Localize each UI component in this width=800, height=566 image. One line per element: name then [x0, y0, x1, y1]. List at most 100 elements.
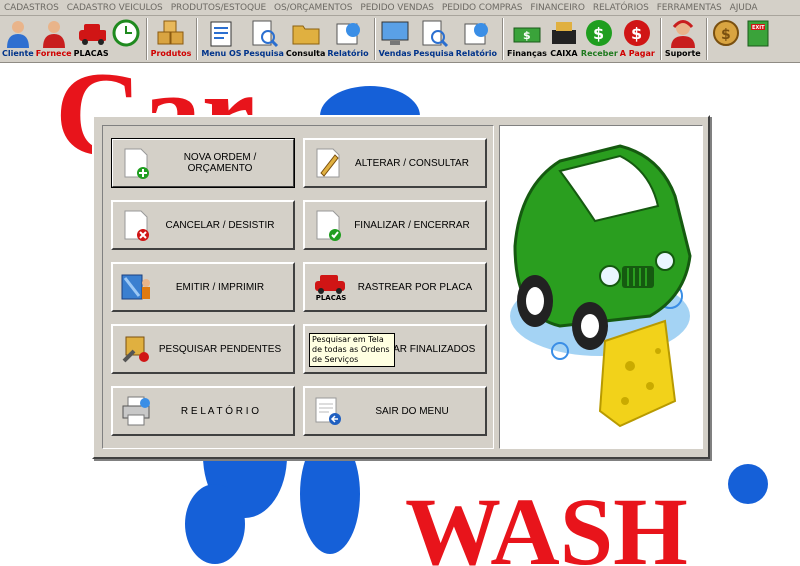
svg-text:$: $: [631, 24, 642, 43]
fornece-label: Fornece: [35, 49, 72, 58]
menu-ajuda[interactable]: AJUDA: [730, 3, 758, 13]
relatorio-os-button[interactable]: Relatório: [327, 18, 369, 62]
report-icon: [333, 18, 363, 48]
financas-button[interactable]: $ Finanças: [507, 18, 547, 62]
suporte-label: Suporte: [664, 49, 701, 58]
relatorio-label: R E L A T Ó R I O: [180, 405, 260, 417]
money-icon: $: [512, 18, 542, 48]
placas-icon-label: PLACAS: [315, 294, 347, 302]
sair-label: SAIR DO MENU: [375, 405, 449, 417]
search-document-icon: [419, 18, 449, 48]
placas-button[interactable]: PLACAS: [74, 18, 109, 62]
toolbar-separator: [145, 18, 148, 60]
consulta-label: Consulta: [285, 49, 326, 58]
clock-icon: [111, 18, 141, 48]
car-plate-icon: PLACAS: [311, 270, 351, 304]
finalizar-button[interactable]: FINALIZAR / ENCERRAR: [303, 200, 487, 250]
menu-pedido-vendas[interactable]: PEDIDO VENDAS: [360, 3, 434, 13]
cash-register-icon: [549, 18, 579, 48]
pesquisar-pendentes-label: PESQUISAR PENDENTES: [158, 343, 282, 355]
emitir-button[interactable]: EMITIR / IMPRIMIR: [111, 262, 295, 312]
check-document-icon: [311, 208, 345, 242]
button-panel: NOVA ORDEM / ORÇAMENTO ALTERAR / CONSULT…: [102, 125, 494, 449]
report-icon: [461, 18, 491, 48]
new-document-icon: [119, 146, 153, 180]
pesquisa-os-label: Pesquisa: [243, 49, 284, 58]
pesquisa-vendas-button[interactable]: Pesquisa: [413, 18, 454, 62]
toolbar-separator: [196, 18, 199, 60]
menu-ferramentas[interactable]: FERRAMENTAS: [657, 3, 722, 13]
pesquisa-os-button[interactable]: Pesquisa: [244, 18, 284, 62]
toolbar-separator: [502, 18, 504, 60]
cancel-document-icon: [119, 208, 153, 242]
rastrear-button[interactable]: PLACAS RASTREAR POR PLACA: [303, 262, 487, 312]
menu-financeiro[interactable]: FINANCEIRO: [530, 3, 585, 13]
produtos-label: Produtos: [150, 49, 192, 58]
relatorio-os-label: Relatório: [327, 49, 369, 58]
produtos-button[interactable]: Produtos: [150, 18, 192, 62]
menu-pedido-compras[interactable]: PEDIDO COMPRAS: [442, 3, 523, 13]
caixa-label: CAIXA: [550, 49, 578, 58]
svg-text:$: $: [721, 27, 731, 43]
consulta-button[interactable]: Consulta: [286, 18, 325, 62]
cliente-button[interactable]: Cliente: [2, 18, 34, 62]
relatorio-vendas-label: Relatório: [455, 49, 497, 58]
vendas-label: Vendas: [378, 49, 412, 58]
cancelar-label: CANCELAR / DESISTIR: [165, 219, 275, 231]
printer-icon: [119, 394, 153, 428]
cancelar-button[interactable]: CANCELAR / DESISTIR: [111, 200, 295, 250]
relatorio-button[interactable]: R E L A T Ó R I O: [111, 386, 295, 436]
car-wash-image-panel: [499, 125, 703, 449]
financas-label: Finanças: [507, 49, 547, 58]
print-user-icon: [119, 270, 153, 304]
menu-os-label: Menu OS: [201, 49, 242, 58]
menu-bar: CADASTROS CADASTRO VEICULOS PRODUTOS/EST…: [0, 0, 800, 16]
caixa-button[interactable]: CAIXA: [549, 18, 579, 62]
svg-text:$: $: [593, 24, 604, 43]
menu-produtos-estoque[interactable]: PRODUTOS/ESTOQUE: [171, 3, 266, 13]
support-person-icon: [668, 18, 698, 48]
dollar-red-icon: $: [622, 18, 652, 48]
alterar-label: ALTERAR / CONSULTAR: [355, 157, 469, 169]
receber-label: Receber: [580, 49, 618, 58]
menu-relatorios[interactable]: RELATÓRIOS: [593, 3, 649, 13]
rastrear-label: RASTREAR POR PLACA: [357, 281, 473, 293]
supplier-icon: [39, 18, 69, 48]
pesquisar-pendentes-button[interactable]: PESQUISAR PENDENTES: [111, 324, 295, 374]
a-pagar-label: A Pagar: [619, 49, 655, 58]
logo-wash-text: WASH: [405, 478, 688, 566]
receber-button[interactable]: $ Receber: [581, 18, 618, 62]
svg-text:$: $: [523, 29, 531, 42]
edit-document-icon: [311, 146, 345, 180]
menu-cadastros[interactable]: CADASTROS: [4, 3, 59, 13]
menu-os-orcamentos[interactable]: OS/ORÇAMENTOS: [274, 3, 352, 13]
fornece-button[interactable]: Fornece: [36, 18, 72, 62]
coin-icon: $: [711, 18, 741, 48]
search-document-icon: [249, 18, 279, 48]
finalizar-label: FINALIZAR / ENCERRAR: [354, 219, 470, 231]
search-tools-icon: [119, 332, 153, 366]
toolbar: Cliente Fornece PLACAS Produtos Menu OS: [0, 16, 800, 63]
alterar-button[interactable]: ALTERAR / CONSULTAR: [303, 138, 487, 188]
tooltip: Pesquisar em Tela de todas as Ordens de …: [309, 333, 395, 367]
menu-os-button[interactable]: Menu OS: [201, 18, 242, 62]
dollar-green-icon: $: [584, 18, 614, 48]
boxes-icon: [156, 18, 186, 48]
nova-ordem-button[interactable]: NOVA ORDEM / ORÇAMENTO: [111, 138, 295, 188]
coin-button[interactable]: $: [711, 18, 741, 62]
a-pagar-button[interactable]: $ A Pagar: [620, 18, 655, 62]
exit-button[interactable]: EXIT: [743, 18, 773, 62]
green-car-illustration: [510, 144, 692, 428]
clock-button[interactable]: [111, 18, 141, 62]
relatorio-vendas-button[interactable]: Relatório: [456, 18, 497, 62]
menu-cadastro-veiculos[interactable]: CADASTRO VEICULOS: [67, 3, 163, 13]
car-icon: [76, 18, 107, 48]
cliente-label: Cliente: [2, 49, 34, 58]
clipboard-icon: [206, 18, 236, 48]
exit-icon-text: EXIT: [752, 25, 765, 31]
sair-button[interactable]: SAIR DO MENU: [303, 386, 487, 436]
pesquisa-vendas-label: Pesquisa: [413, 49, 454, 58]
toolbar-separator: [373, 18, 376, 60]
suporte-button[interactable]: Suporte: [665, 18, 701, 62]
vendas-button[interactable]: Vendas: [378, 18, 412, 62]
